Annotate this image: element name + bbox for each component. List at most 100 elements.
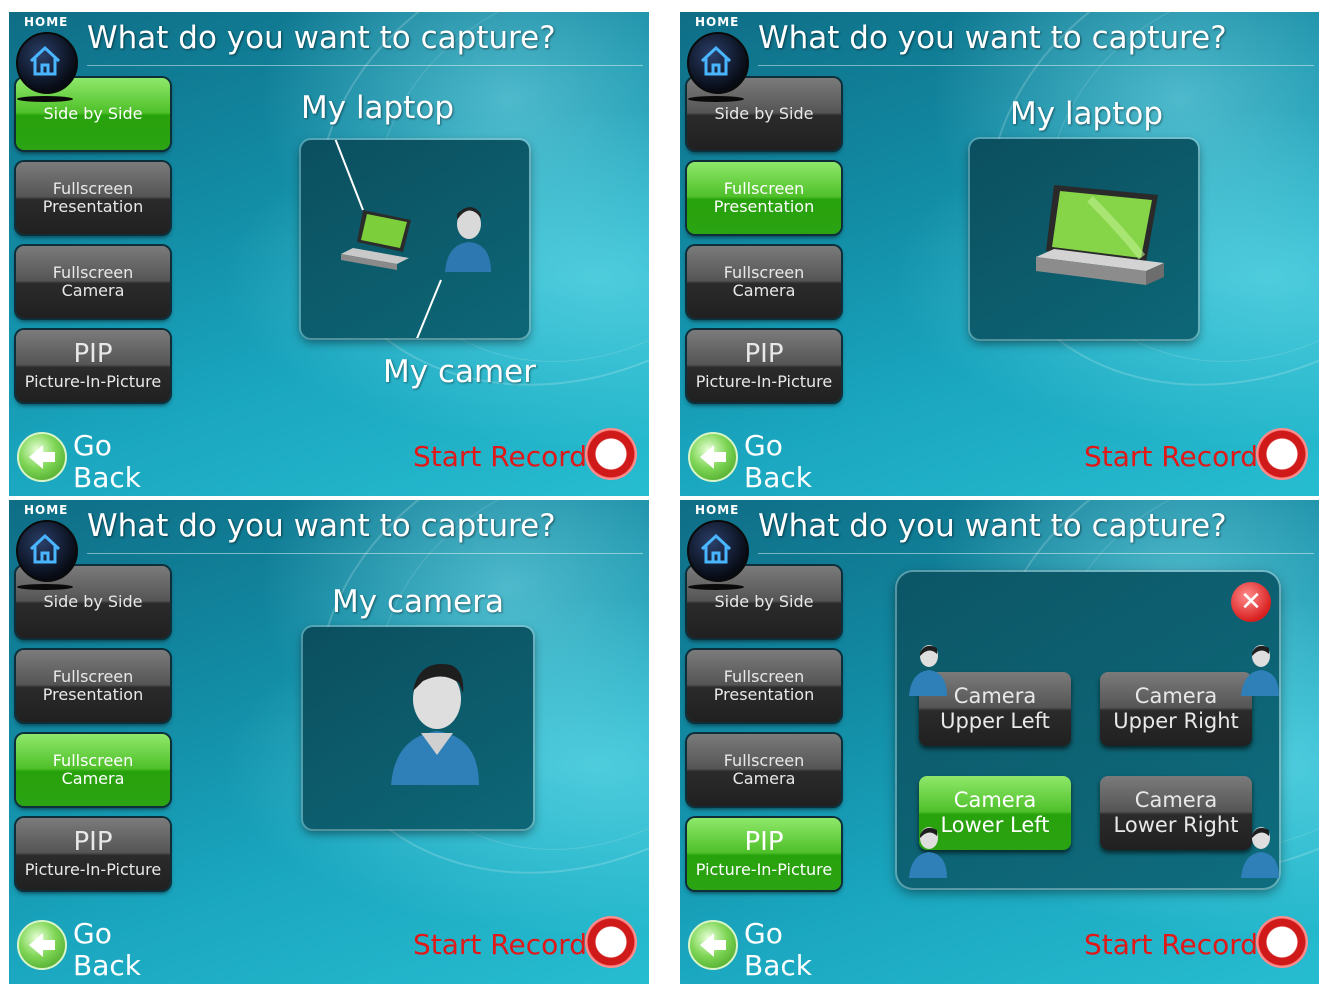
- record-icon: [585, 916, 637, 968]
- pip-label: PIP: [744, 827, 784, 857]
- presentation-label: Presentation: [42, 685, 144, 704]
- camera-caption: My camera: [332, 584, 504, 620]
- camera-label: Camera: [1134, 788, 1218, 812]
- side-by-side-label: Side by Side: [714, 104, 814, 123]
- camera-label: Camera: [732, 769, 796, 788]
- capture-panel-pip: HOME What do you want to capture? Side b…: [680, 500, 1319, 984]
- person-icon: [391, 664, 479, 785]
- capture-panel-side-by-side: HOME What do you want to capture? Side b…: [9, 12, 649, 496]
- fullscreen-label: Fullscreen: [723, 179, 805, 198]
- home-icon[interactable]: [687, 520, 749, 582]
- laptop-icon: [341, 210, 411, 270]
- laptop-caption: My laptop: [301, 90, 455, 126]
- page-title: What do you want to capture?: [758, 508, 1227, 544]
- start-record-button[interactable]: Start Record: [1084, 914, 1316, 978]
- pip-button[interactable]: PIP Picture-In-Picture: [16, 818, 170, 890]
- left-arrow-icon: [17, 920, 67, 970]
- title-divider: [758, 553, 1314, 554]
- home-icon[interactable]: [16, 520, 78, 582]
- person-icon: [909, 827, 947, 878]
- home-icon[interactable]: [687, 32, 749, 94]
- person-icon: [445, 207, 491, 272]
- presentation-label: Presentation: [42, 197, 144, 216]
- home-label: HOME: [24, 503, 69, 517]
- back-label: Back: [73, 949, 141, 982]
- camera-label: Camera: [732, 281, 796, 300]
- camera-lower-right-button[interactable]: Camera Lower Right: [1100, 776, 1252, 850]
- close-icon[interactable]: ✕: [1231, 582, 1271, 622]
- pip-sub-label: Picture-In-Picture: [695, 860, 833, 879]
- go-label: Go: [73, 917, 112, 950]
- fullscreen-camera-button[interactable]: Fullscreen Camera: [16, 246, 170, 318]
- record-icon: [1256, 916, 1308, 968]
- home-label: HOME: [695, 503, 740, 517]
- side-by-side-label: Side by Side: [714, 592, 814, 611]
- page-title: What do you want to capture?: [87, 20, 556, 56]
- left-arrow-icon: [688, 920, 738, 970]
- camera-caption: My camer: [383, 354, 537, 390]
- person-icon: [1241, 645, 1279, 696]
- home-label: HOME: [695, 15, 740, 29]
- side-by-side-label: Side by Side: [43, 104, 143, 123]
- capture-panel-fullscreen-presentation: HOME What do you want to capture? Side b…: [680, 12, 1319, 496]
- camera-label: Camera: [61, 769, 125, 788]
- home-icon[interactable]: [16, 32, 78, 94]
- start-record-button[interactable]: Start Record: [1084, 426, 1316, 490]
- go-back-button[interactable]: Go Back: [17, 430, 157, 494]
- fullscreen-presentation-button[interactable]: Fullscreen Presentation: [687, 650, 841, 722]
- fullscreen-camera-button[interactable]: Fullscreen Camera: [687, 246, 841, 318]
- fullscreen-label: Fullscreen: [723, 667, 805, 686]
- fullscreen-presentation-button[interactable]: Fullscreen Presentation: [16, 162, 170, 234]
- go-back-button[interactable]: Go Back: [688, 429, 828, 494]
- home-shadow: [688, 96, 744, 102]
- fullscreen-label: Fullscreen: [723, 751, 805, 770]
- pip-sub-label: Picture-In-Picture: [24, 860, 162, 879]
- side-by-side-label: Side by Side: [43, 592, 143, 611]
- fullscreen-camera-button[interactable]: Fullscreen Camera: [687, 734, 841, 806]
- camera-label: Camera: [61, 281, 125, 300]
- capture-panel-fullscreen-camera: HOME What do you want to capture? Side b…: [9, 500, 649, 984]
- start-record-label: Start Record: [1084, 440, 1259, 473]
- fullscreen-label: Fullscreen: [52, 667, 134, 686]
- laptop-icon: [1036, 185, 1164, 285]
- back-label: Back: [744, 949, 812, 982]
- position-label: Upper Left: [940, 709, 1050, 733]
- home-shadow: [688, 584, 744, 590]
- pip-position-dialog: ✕ Camera Upper Left Camera Upper Right Cam…: [897, 572, 1279, 888]
- fullscreen-presentation-button[interactable]: Fullscreen Presentation: [16, 650, 170, 722]
- camera-label: Camera: [953, 788, 1037, 812]
- pip-label: PIP: [744, 339, 784, 369]
- fullscreen-camera-button[interactable]: Fullscreen Camera: [16, 734, 170, 806]
- start-record-label: Start Record: [1084, 928, 1259, 961]
- presentation-label: Presentation: [713, 197, 815, 216]
- preview-box: [301, 127, 529, 359]
- start-record-button[interactable]: Start Record: [413, 914, 645, 978]
- go-back-button[interactable]: Go Back: [17, 917, 157, 982]
- person-icon: [1241, 827, 1279, 878]
- title-divider: [87, 553, 643, 554]
- home-shadow: [17, 96, 73, 102]
- preview-box: [303, 627, 533, 829]
- pip-button[interactable]: PIP Picture-In-Picture: [687, 330, 841, 402]
- camera-label: Camera: [1134, 684, 1218, 708]
- go-back-button[interactable]: Go Back: [688, 918, 828, 982]
- go-label: Go: [744, 429, 783, 462]
- record-icon: [585, 428, 637, 480]
- pip-button[interactable]: PIP Picture-In-Picture: [16, 330, 170, 402]
- start-record-button[interactable]: Start Record: [413, 426, 645, 490]
- left-arrow-icon: [17, 432, 67, 482]
- home-label: HOME: [24, 15, 69, 29]
- fullscreen-presentation-button[interactable]: Fullscreen Presentation: [687, 162, 841, 234]
- person-icon: [909, 645, 947, 696]
- pip-label: PIP: [73, 827, 113, 857]
- position-label: Lower Right: [1113, 813, 1239, 837]
- home-shadow: [17, 584, 73, 590]
- laptop-caption: My laptop: [1010, 96, 1164, 132]
- pip-button[interactable]: PIP Picture-In-Picture: [687, 818, 841, 890]
- fullscreen-label: Fullscreen: [52, 263, 134, 282]
- pip-sub-label: Picture-In-Picture: [24, 372, 162, 391]
- title-divider: [758, 65, 1314, 66]
- camera-upper-right-button[interactable]: Camera Upper Right: [1100, 672, 1252, 746]
- left-arrow-icon: [688, 432, 738, 482]
- pip-label: PIP: [73, 339, 113, 369]
